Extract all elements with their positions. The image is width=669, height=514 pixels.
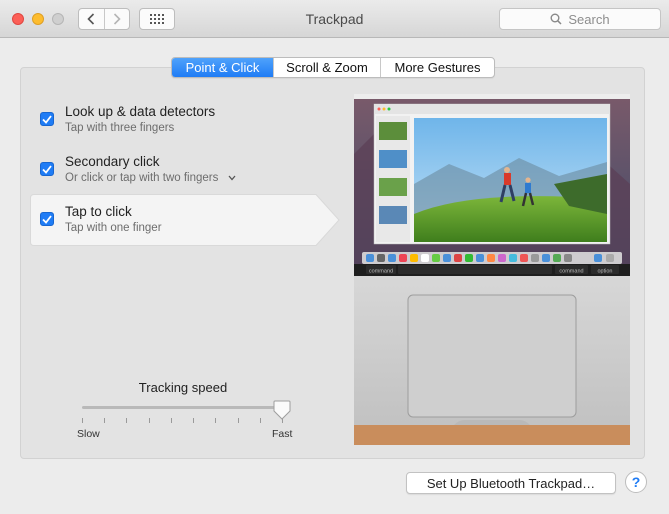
option-subtitle: Tap with three fingers (65, 122, 175, 134)
keycap-option: option (598, 269, 613, 275)
tap-to-click-checkbox[interactable] (40, 212, 54, 226)
slider-tick (82, 418, 83, 423)
secondary-click-dropdown[interactable]: Or click or tap with two fingers (65, 172, 236, 184)
slider-tick (126, 418, 127, 423)
checkmark-icon (42, 214, 52, 224)
slider-tick (260, 418, 261, 423)
search-placeholder: Search (568, 11, 610, 27)
slider-min-label: Slow (77, 428, 100, 440)
search-field[interactable]: Search (499, 8, 661, 30)
slider-tick (215, 418, 216, 423)
keycap-command-left: command (369, 269, 393, 275)
tracking-speed-slider[interactable] (82, 406, 282, 409)
search-icon (550, 13, 562, 25)
slider-knob[interactable] (273, 400, 291, 420)
chevron-down-icon (228, 175, 236, 181)
gesture-preview: command command option (354, 94, 630, 445)
option-title: Secondary click (65, 154, 160, 169)
secondary-click-checkbox[interactable] (40, 162, 54, 176)
checkmark-icon (42, 164, 52, 174)
tab-more-gestures[interactable]: More Gestures (380, 58, 494, 77)
slider-tick (149, 418, 150, 423)
selection-highlight (30, 194, 340, 246)
slider-tick (104, 418, 105, 423)
setup-bluetooth-trackpad-button[interactable]: Set Up Bluetooth Trackpad… (406, 472, 616, 494)
slider-max-label: Fast (272, 428, 293, 440)
tab-bar: Point & Click Scroll & Zoom More Gesture… (171, 57, 495, 78)
keycap-command-right: command (559, 269, 583, 275)
option-subtitle: Or click or tap with two fingers (65, 172, 219, 184)
help-button[interactable]: ? (625, 471, 647, 493)
option-secondary-click[interactable]: Secondary click Or click or tap with two… (30, 144, 340, 196)
title-bar: Trackpad Search (0, 0, 669, 38)
option-tap-to-click[interactable]: Tap to click Tap with one finger (30, 194, 340, 246)
look-up-checkbox[interactable] (40, 112, 54, 126)
tab-point-and-click[interactable]: Point & Click (172, 58, 273, 77)
preview-illustration: command command option (354, 94, 630, 445)
checkmark-icon (42, 114, 52, 124)
option-subtitle: Tap with one finger (65, 222, 162, 234)
tab-scroll-and-zoom[interactable]: Scroll & Zoom (273, 58, 380, 77)
slider-tick (171, 418, 172, 423)
tracking-speed-label: Tracking speed (138, 380, 228, 395)
option-title: Tap to click (65, 204, 132, 219)
slider-tick (238, 418, 239, 423)
option-look-up[interactable]: Look up & data detectors Tap with three … (30, 94, 340, 146)
slider-tick (193, 418, 194, 423)
option-title: Look up & data detectors (65, 104, 216, 119)
